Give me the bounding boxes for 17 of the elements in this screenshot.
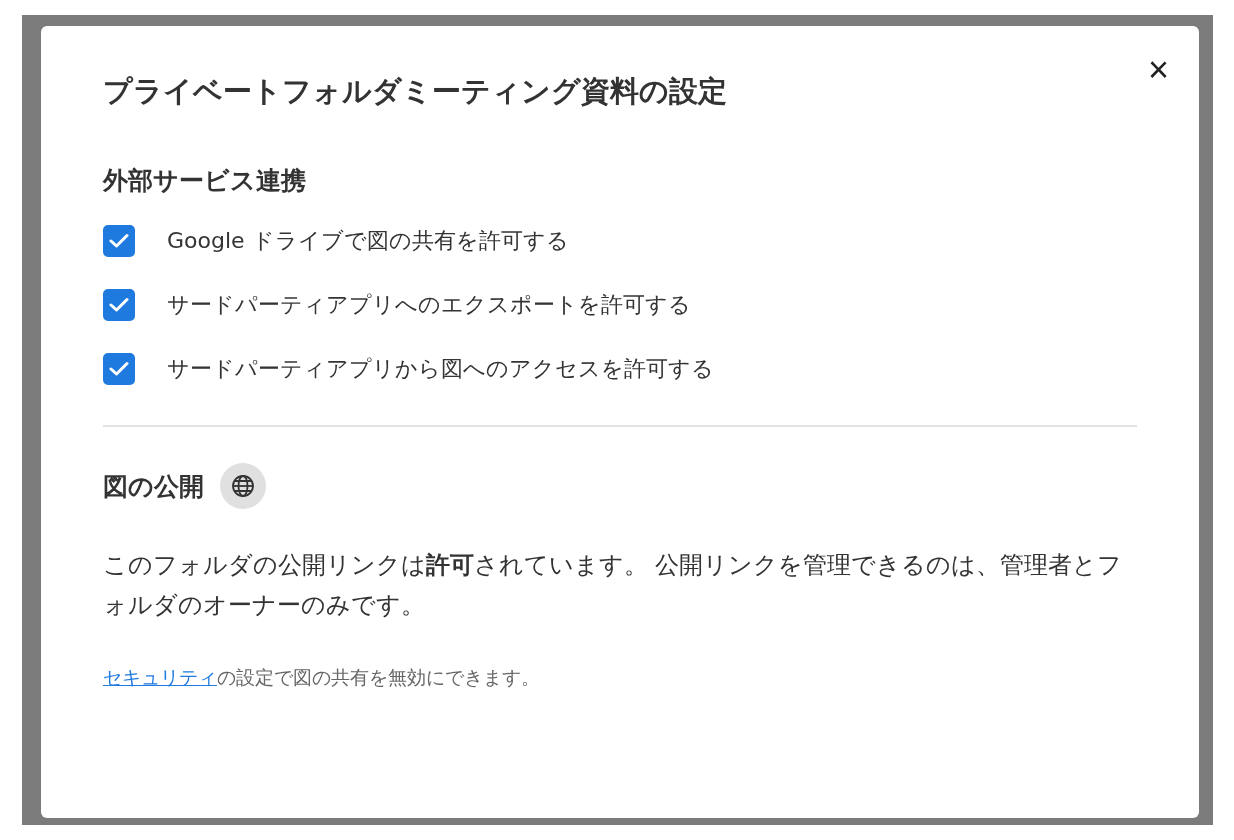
dialog-title: プライベートフォルダミーティング資料の設定 bbox=[103, 73, 728, 110]
checkbox-label: サードパーティアプリへのエクスポートを許可する bbox=[167, 291, 691, 319]
checkmark-icon bbox=[109, 297, 129, 313]
checkbox-label: Google ドライブで図の共有を許可する bbox=[167, 227, 569, 255]
checkbox[interactable] bbox=[103, 225, 135, 257]
checkmark-icon bbox=[109, 233, 129, 249]
section-heading: 図の公開 bbox=[103, 470, 204, 503]
security-note: セキュリティ の設定で図の共有を無効にできます。 bbox=[103, 665, 541, 690]
security-link[interactable]: セキュリティ bbox=[103, 666, 217, 688]
section-heading: 外部サービス連携 bbox=[103, 165, 307, 197]
checkbox[interactable] bbox=[103, 353, 135, 385]
checkmark-icon bbox=[109, 361, 129, 377]
close-button[interactable]: × bbox=[1139, 48, 1177, 92]
checkbox-label: サードパーティアプリから図へのアクセスを許可する bbox=[167, 355, 714, 383]
description-text: このフォルダの公開リンクは許可されています。 公開リンクを管理できるのは、管理者とフォルダのオーナーのみです。 bbox=[103, 550, 1124, 621]
checkbox[interactable] bbox=[103, 289, 135, 321]
globe-icon[interactable] bbox=[220, 463, 266, 509]
